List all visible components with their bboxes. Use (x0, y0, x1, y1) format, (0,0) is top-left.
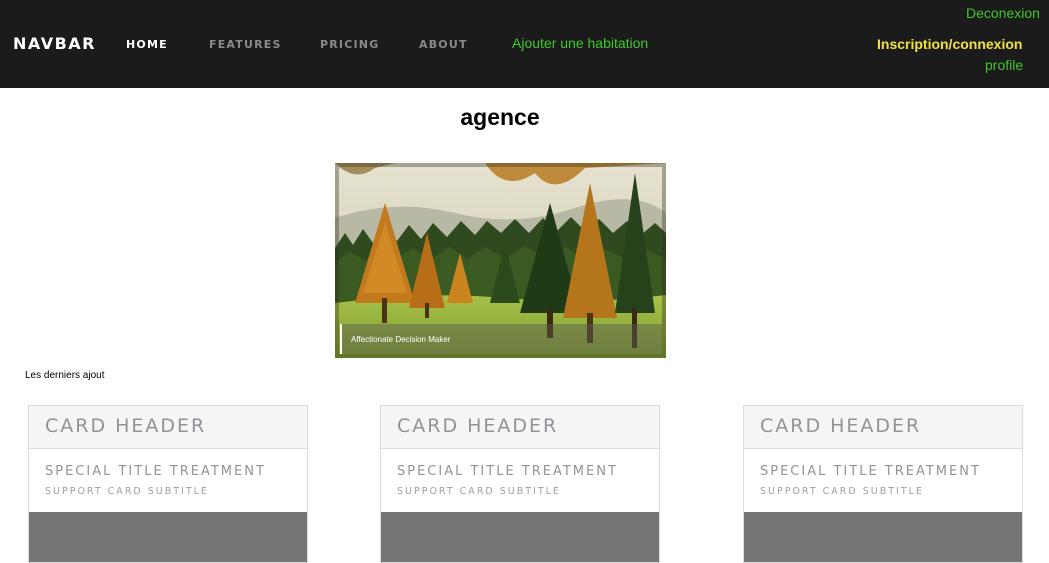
card-title: SPECIAL TITLE TREATMENT (397, 464, 618, 479)
card-image (381, 512, 659, 562)
hero-carousel[interactable]: Affectionate Decision Maker (335, 163, 666, 358)
listing-card[interactable]: CARD HEADER SPECIAL TITLE TREATMENT SUPP… (28, 405, 308, 563)
page-title: agence (460, 104, 540, 130)
latest-additions-label: Les derniers ajout (25, 370, 105, 381)
card-subtitle: SUPPORT CARD SUBTITLE (397, 486, 561, 497)
add-listing-link[interactable]: Ajouter une habitation (512, 35, 648, 51)
card-header-text: CARD HEADER (397, 415, 559, 437)
card-header: CARD HEADER (29, 406, 307, 449)
hero-caption: Affectionate Decision Maker (340, 324, 662, 354)
navbar-brand[interactable]: NAVBAR (13, 34, 96, 53)
profile-link[interactable]: profile (985, 57, 1023, 73)
nav-link-about[interactable]: ABOUT (419, 38, 468, 51)
navbar: NAVBAR HOME FEATURES PRICING ABOUT Ajout… (0, 0, 1049, 88)
listing-card[interactable]: CARD HEADER SPECIAL TITLE TREATMENT SUPP… (743, 405, 1023, 563)
card-title: SPECIAL TITLE TREATMENT (45, 464, 266, 479)
nav-link-features[interactable]: FEATURES (209, 38, 282, 51)
card-title: SPECIAL TITLE TREATMENT (760, 464, 981, 479)
card-header-text: CARD HEADER (760, 415, 922, 437)
nav-link-pricing[interactable]: PRICING (320, 38, 379, 51)
listing-card[interactable]: CARD HEADER SPECIAL TITLE TREATMENT SUPP… (380, 405, 660, 563)
logout-link[interactable]: Deconexion (966, 5, 1040, 21)
nav-link-home[interactable]: HOME (126, 38, 168, 51)
login-register-link[interactable]: Inscription/connexion (877, 36, 1022, 52)
card-header-text: CARD HEADER (45, 415, 207, 437)
card-header: CARD HEADER (744, 406, 1022, 449)
card-subtitle: SUPPORT CARD SUBTITLE (45, 486, 209, 497)
card-subtitle: SUPPORT CARD SUBTITLE (760, 486, 924, 497)
card-image (744, 512, 1022, 562)
card-header: CARD HEADER (381, 406, 659, 449)
card-image (29, 512, 307, 562)
hero-caption-text: Affectionate Decision Maker (351, 335, 451, 344)
